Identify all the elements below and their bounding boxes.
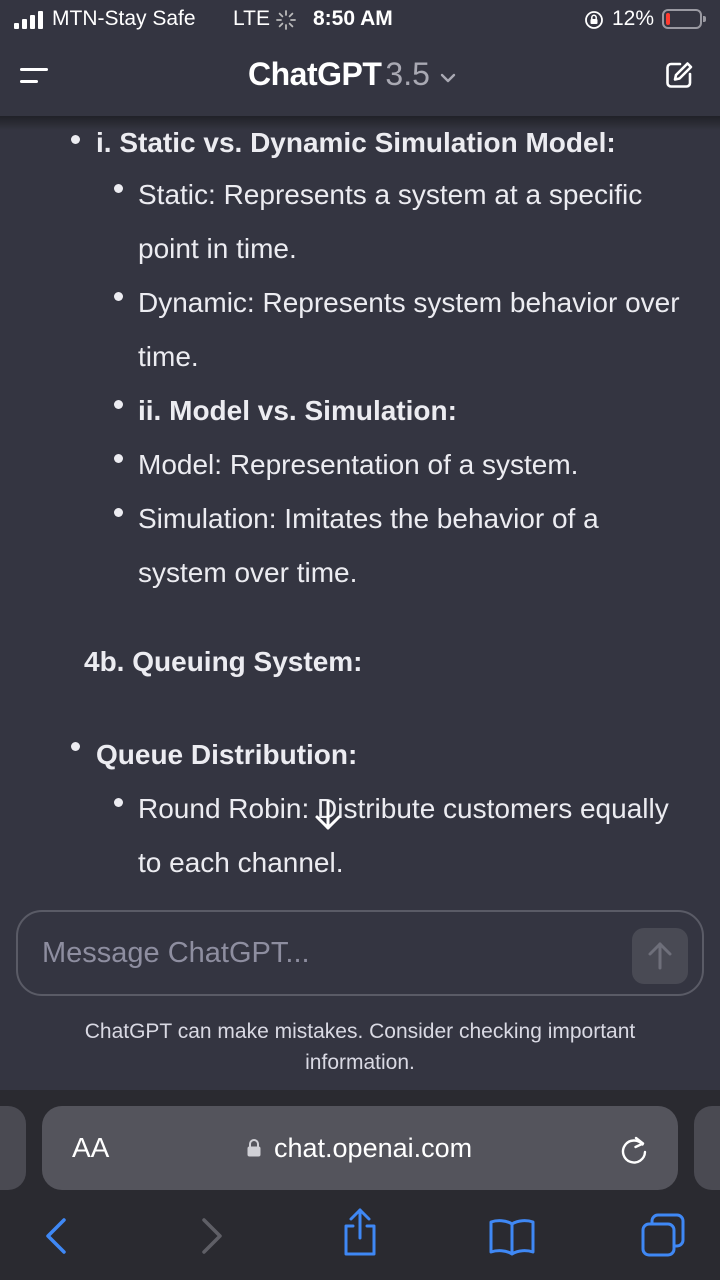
chevron-down-icon — [440, 73, 456, 82]
battery-icon — [662, 9, 706, 29]
url-text: chat.openai.com — [274, 1133, 473, 1163]
bookmarks-icon[interactable] — [488, 1216, 536, 1256]
bullet — [114, 292, 123, 301]
list-item-simulation: Simulation: Imitates the behavior of a — [138, 503, 599, 534]
share-icon[interactable] — [340, 1206, 380, 1258]
carrier-name: MTN-Stay Safe — [52, 7, 196, 30]
edit-icon — [666, 62, 693, 88]
list-item-round-robin: Round Robin: Distribute customers equall… — [138, 793, 669, 824]
arrow-down-icon — [315, 800, 341, 830]
screen: MTN-Stay Safe LTE 8:50 AM 12% ChatGPT 3.… — [0, 0, 720, 1280]
loading-spinner-icon — [276, 10, 296, 30]
bullet — [114, 508, 123, 517]
list-item-static: Static: Represents a system at a specifi… — [138, 179, 643, 210]
bullet — [114, 400, 123, 409]
queue-distribution-heading: Queue Distribution: — [96, 739, 358, 770]
status-bar: MTN-Stay Safe LTE 8:50 AM 12% — [0, 0, 720, 40]
message-input[interactable] — [40, 932, 604, 974]
previous-tab-preview[interactable] — [0, 1106, 26, 1190]
chat-header: ChatGPT 3.5 — [0, 40, 720, 116]
app-title: ChatGPT — [248, 56, 382, 92]
message-content: i. Static vs. Dynamic Simulation Model: … — [0, 120, 720, 910]
signal-icon — [14, 11, 46, 29]
network-type: LTE — [233, 7, 270, 30]
list-item-dynamic-cont: time. — [138, 341, 199, 372]
bullet — [114, 454, 123, 463]
arrow-up-icon — [648, 942, 672, 970]
model-selector[interactable]: ChatGPT 3.5 — [248, 56, 456, 93]
address-bar[interactable]: AA chat.openai.com — [42, 1106, 678, 1190]
model-version: 3.5 — [385, 56, 430, 92]
new-chat-button[interactable] — [664, 60, 694, 90]
bullet — [71, 742, 80, 751]
reload-icon[interactable] — [618, 1134, 650, 1166]
menu-button[interactable] — [20, 64, 50, 90]
send-button[interactable] — [632, 928, 688, 984]
bullet — [71, 135, 80, 144]
queuing-system-heading: 4b. Queuing System: — [84, 646, 363, 677]
list-item-simulation-cont: system over time. — [138, 557, 358, 588]
section-heading-model-simulation: ii. Model vs. Simulation: — [138, 395, 457, 426]
list-item-model: Model: Representation of a system. — [138, 449, 579, 480]
message-composer — [16, 910, 704, 996]
lock-icon — [247, 1139, 261, 1157]
list-item-static-cont: point in time. — [138, 233, 297, 264]
battery-percent: 12% — [612, 7, 655, 30]
list-item-round-robin-cont: to each channel. — [138, 847, 344, 878]
bullet — [114, 184, 123, 193]
tabs-icon[interactable] — [640, 1212, 686, 1258]
clock: 8:50 AM — [313, 7, 393, 30]
text-size-button[interactable]: AA — [72, 1132, 109, 1164]
list-item-dynamic: Dynamic: Represents system behavior over — [138, 287, 680, 318]
bullet — [114, 798, 123, 807]
rotation-lock-icon — [585, 11, 603, 29]
menu-icon — [20, 68, 48, 71]
section-heading-static-dynamic: i. Static vs. Dynamic Simulation Model: — [96, 127, 616, 158]
back-icon[interactable] — [42, 1214, 72, 1258]
next-tab-preview[interactable] — [694, 1106, 720, 1190]
scroll-to-bottom-button[interactable] — [312, 798, 344, 834]
browser-chrome: AA chat.openai.com — [0, 1090, 720, 1280]
disclaimer-text: ChatGPT can make mistakes. Consider chec… — [84, 1020, 636, 1074]
forward-icon[interactable] — [196, 1214, 226, 1258]
battery-fill — [666, 13, 670, 25]
